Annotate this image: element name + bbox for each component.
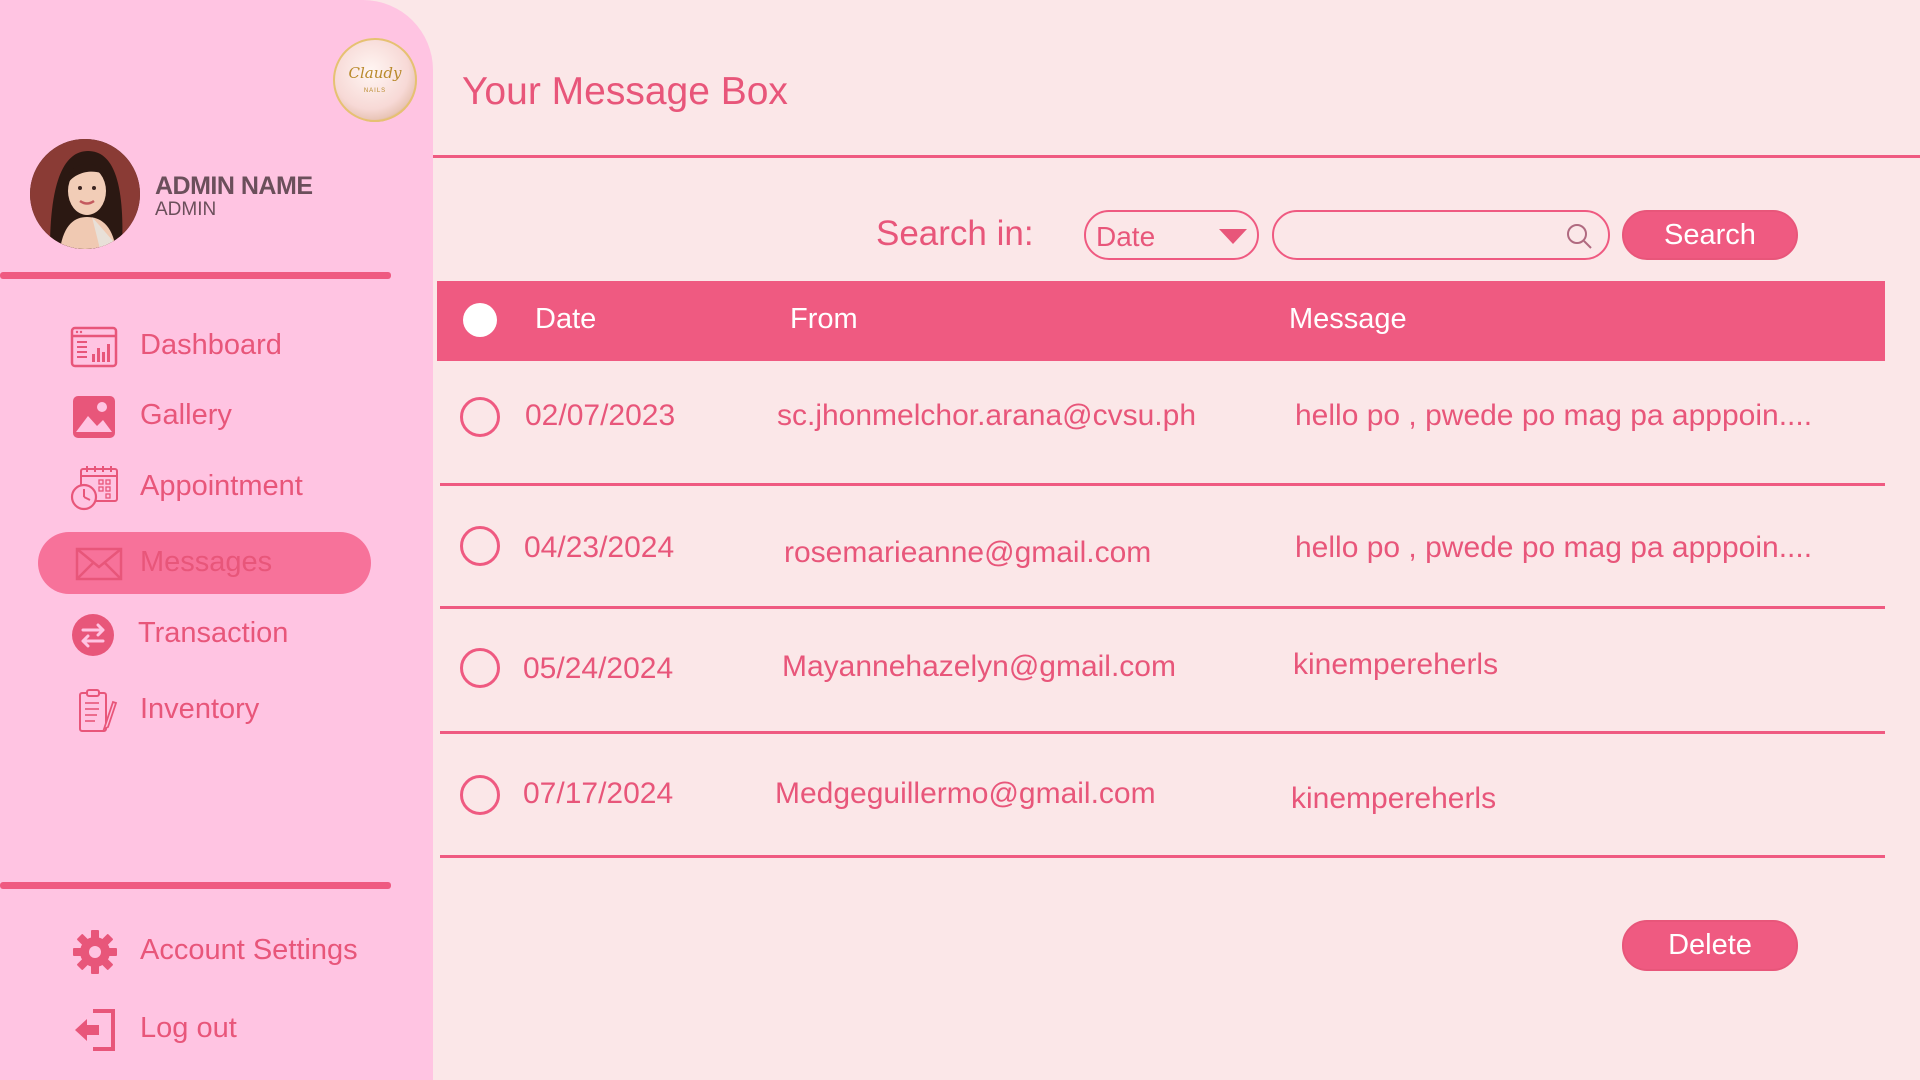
row-divider [440,731,1885,734]
column-header-from: From [790,303,858,335]
row-from[interactable]: sc.jhonmelchor.arana@cvsu.ph [777,399,1196,433]
row-message[interactable]: hello po , pwede po mag pa apppoin.... [1295,399,1812,433]
table-header: Date From Message [437,281,1885,361]
logo-text: Claudy [348,64,402,82]
search-button[interactable]: Search [1622,210,1798,260]
row-from[interactable]: rosemarieanne@gmail.com [784,536,1151,570]
sidebar-item-logout[interactable]: Log out [38,998,371,1060]
sidebar-item-appointment[interactable]: Appointment [38,456,371,518]
admin-name: ADMIN NAME [155,172,313,200]
sidebar: Claudy NAILS ADMIN NAME ADMIN Dashboard … [0,0,433,1080]
sidebar-item-transaction[interactable]: Transaction [38,603,371,665]
sidebar-item-label: Appointment [140,470,303,502]
row-select-radio[interactable] [460,775,500,815]
avatar-image [30,139,140,249]
title-divider [433,155,1920,158]
row-select-radio[interactable] [460,648,500,688]
sidebar-item-messages[interactable]: Messages [38,532,371,594]
logo-subtext: NAILS [363,88,387,94]
sidebar-item-account-settings[interactable]: Account Settings [38,920,371,982]
calendar-clock-icon [68,465,120,511]
row-date: 05/24/2024 [523,652,674,685]
clipboard-icon [68,688,120,734]
select-all-radio[interactable] [463,303,497,337]
admin-role: ADMIN [155,199,217,220]
search-in-label: Search in: [876,214,1034,253]
sidebar-item-dashboard[interactable]: Dashboard [38,315,371,377]
sidebar-item-label: Gallery [140,399,232,431]
search-icon[interactable] [1565,222,1593,250]
sidebar-divider-bottom [0,882,391,889]
row-date: 04/23/2024 [524,531,675,564]
row-message[interactable]: kinempereherls [1291,782,1496,816]
row-from[interactable]: Medgeguillermo@gmail.com [775,777,1156,811]
envelope-icon [73,541,125,587]
sidebar-item-label: Messages [140,546,273,578]
delete-button[interactable]: Delete [1622,920,1798,971]
logout-icon [68,1007,120,1053]
search-input[interactable] [1272,210,1610,260]
sidebar-item-label: Log out [140,1012,237,1044]
row-select-radio[interactable] [460,526,500,566]
sidebar-divider-top [0,272,391,279]
select-value: Date [1096,221,1156,252]
avatar [30,139,140,249]
sidebar-item-label: Inventory [140,693,260,725]
row-from[interactable]: Mayannehazelyn@gmail.com [782,650,1176,684]
row-select-radio[interactable] [460,397,500,437]
page-title: Your Message Box [462,70,788,113]
sidebar-item-inventory[interactable]: Inventory [38,679,371,741]
row-divider [440,855,1885,858]
dashboard-icon [68,324,120,370]
column-header-message: Message [1289,303,1407,335]
sidebar-item-gallery[interactable]: Gallery [38,385,371,447]
sidebar-item-label: Dashboard [140,329,282,361]
row-divider [440,483,1885,486]
row-date: 02/07/2023 [525,399,676,432]
row-date: 07/17/2024 [523,777,674,810]
search-field-select[interactable]: Date [1084,210,1259,260]
sidebar-item-label: Account Settings [140,934,358,966]
row-message[interactable]: kinempereherls [1293,648,1498,682]
row-message[interactable]: hello po , pwede po mag pa apppoin.... [1295,531,1812,565]
gallery-icon [68,394,120,440]
transfer-arrows-icon [68,612,120,658]
row-divider [440,606,1885,609]
sidebar-item-label: Transaction [138,617,289,649]
brand-logo: Claudy NAILS [333,38,417,122]
caret-down-icon [1219,229,1247,244]
column-header-date: Date [535,303,597,335]
gear-icon [68,929,120,975]
